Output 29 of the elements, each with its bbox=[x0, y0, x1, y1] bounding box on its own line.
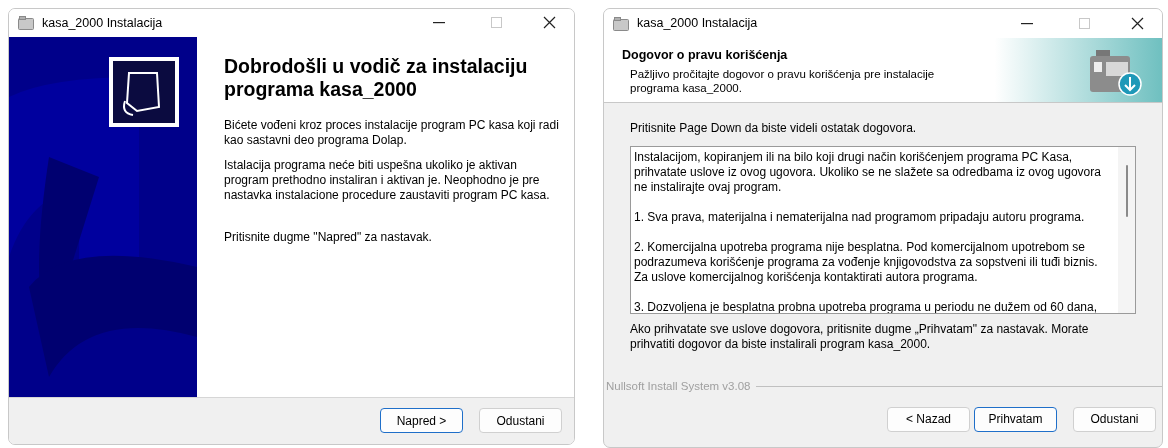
window-title: kasa_2000 Instalacija bbox=[637, 15, 758, 33]
page-heading: Dogovor o pravu korišćenja bbox=[622, 47, 789, 64]
dialog-button[interactable]: Prihvatam bbox=[974, 406, 1057, 432]
close-icon[interactable] bbox=[1131, 17, 1144, 30]
license-paragraph: Instalacijom, kopiranjem ili na bilo koji drugi način korišćenjem programa PC Kasa, prihvatate uslove iz ovog ugovora. Ukoliko se ne slažete sa odredbama iz ovog ugovora ne instalirajte ovaj program. bbox=[634, 150, 1102, 195]
instruction-text: Pritisnite Page Down da biste videli ostatak dogovora. bbox=[630, 121, 918, 136]
dialog-button[interactable]: Napred > bbox=[380, 408, 463, 434]
page-subheading: Pažljivo pročitajte dogovor o pravu korišćenja pre instalacije programa kasa_2000. bbox=[629, 66, 936, 95]
welcome-heading: Dobrodošli u vodič za instalaciju programa kasa_2000 bbox=[224, 54, 529, 101]
license-paragraph: 3. Dozvoljena je besplatna probna upotreba programa u periodu ne dužem od 60 dana, bbox=[634, 300, 1098, 313]
welcome-paragraph: Istalacija programa neće biti uspešna ukoliko je aktivan program prethodno instaliran i aktivan je. Neophodno je pre nastavka instalacione procedure zaustaviti program PC kasa. bbox=[224, 157, 551, 203]
license-paragraph: 1. Sva prava, materijalna i nematerijalna nad programom pripadaju autoru programa. bbox=[634, 210, 1086, 225]
dialog-button[interactable]: Odustani bbox=[1073, 406, 1156, 432]
branding-text: Nullsoft Install System v3.08 bbox=[605, 378, 751, 394]
license-text-area[interactable] bbox=[630, 146, 1136, 314]
welcome-paragraph: Bićete vođeni kroz proces instalacije program PC kasa koji radi kao sastavni deo programa Dolap. bbox=[224, 117, 560, 148]
installer-package-icon bbox=[1088, 48, 1144, 98]
minimize-icon[interactable] bbox=[1021, 22, 1033, 25]
minimize-icon[interactable] bbox=[433, 21, 445, 24]
welcome-paragraph: Pritisnite dugme "Napred" za nastavak. bbox=[224, 229, 433, 245]
folder-icon bbox=[613, 16, 629, 31]
dialog-button[interactable]: Odustani bbox=[479, 408, 562, 434]
scrollbar[interactable] bbox=[1118, 147, 1135, 313]
close-icon[interactable] bbox=[543, 16, 556, 30]
footer-text: Ako prihvatate sve uslove dogovora, pritisnite dugme „Prihvatam" za nastavak. Morate prihvatiti dogovor da biste instalirali program kasa_2000. bbox=[630, 322, 1090, 352]
dialog-button[interactable]: < Nazad bbox=[887, 406, 970, 432]
folder-icon bbox=[18, 15, 34, 30]
license-paragraph: 2. Komercijalna upotreba programa nije besplatna. Pod komercijalnom upotrebom se podrazumeva korišćenje programa za vođenje knjigovodstva za sopstveni ili tuđi biznis. Za uslove komercijalnog korišćenja kontaktirati autora programa. bbox=[634, 240, 1099, 285]
window-title: kasa_2000 Instalacija bbox=[42, 14, 163, 32]
